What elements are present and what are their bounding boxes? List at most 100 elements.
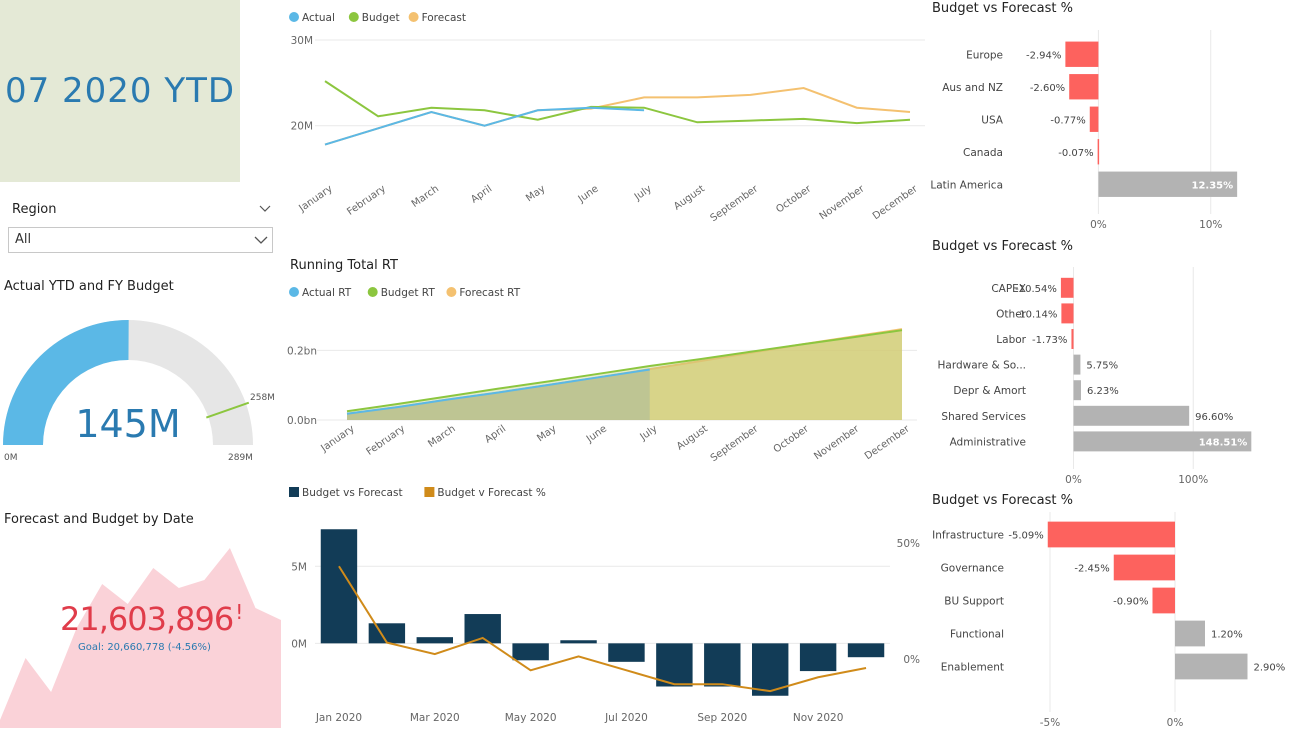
x-tick-label: Nov 2020 <box>793 712 844 724</box>
series-line-forecast <box>324 86 911 146</box>
x-tick-label: January <box>319 423 357 454</box>
legend-marker-forecast-rt <box>446 287 457 297</box>
x-tick-label: March <box>426 423 457 449</box>
y-right-tick-label: 0% <box>903 654 920 666</box>
bar <box>704 643 741 687</box>
category-label: Latin America <box>930 179 1003 191</box>
region-budget-forecast-bar-chart: 0% 10% Europe -2.94% Aus and NZ -2.60% USA -0.7… <box>930 30 1238 230</box>
y-tick-label: 0.0bn <box>287 415 317 427</box>
x-tick-label: February <box>345 183 388 217</box>
category-label: Hardware & So... <box>938 360 1026 372</box>
data-label: -2.94% <box>1026 50 1061 61</box>
kpi-goal: Goal: 20,660,778 (-4.56%) <box>78 642 211 653</box>
bar <box>1065 41 1099 67</box>
kpi-value: 21,603,896! <box>60 600 243 638</box>
category-label: USA <box>981 114 1004 126</box>
y-left-tick-label: 0M <box>291 638 307 650</box>
x-tick-label: January <box>297 183 335 214</box>
bar <box>416 637 453 644</box>
x-tick-label: Mar 2020 <box>410 712 460 724</box>
x-tick-label: September <box>709 423 761 464</box>
legend-label-forecast: Forecast <box>422 12 466 24</box>
gauge-chart: 145M 0M 289M 258M <box>3 320 275 463</box>
legend-label-forecast-rt: Forecast RT <box>459 287 520 299</box>
bar <box>1097 139 1100 165</box>
bar <box>1073 405 1190 426</box>
x-tick-label: May <box>524 183 547 204</box>
kpi-value-text: 21,603,896 <box>60 600 234 638</box>
x-tick-label: August <box>675 423 710 452</box>
x-tick-label: September <box>709 183 761 224</box>
legend-marker-actual-rt <box>289 287 299 297</box>
line-chart-legend: Actual Budget Forecast <box>289 12 466 24</box>
category-label: Shared Services <box>941 411 1026 423</box>
category-label: Administrative <box>950 436 1026 448</box>
data-label: -0.07% <box>1058 148 1093 159</box>
x-tick-label: 10% <box>1199 219 1222 230</box>
x-tick-label: March <box>410 183 441 209</box>
bar <box>1073 354 1081 375</box>
legend-marker-budget <box>348 12 359 22</box>
region-bars-title: Budget vs Forecast % <box>932 1 1073 16</box>
data-label: -5.09% <box>1008 531 1043 542</box>
x-tick-label: February <box>365 423 408 457</box>
data-label: -2.60% <box>1030 83 1065 94</box>
data-label: 5.75% <box>1086 361 1118 372</box>
x-tick-label: October <box>774 183 814 215</box>
bar <box>1152 587 1175 614</box>
data-label: -2.45% <box>1074 564 1109 575</box>
legend-marker-budget-vs-forecast <box>289 487 299 497</box>
x-tick-label: October <box>772 423 812 455</box>
bar <box>1073 380 1081 401</box>
bar <box>608 643 645 662</box>
bar <box>368 623 406 644</box>
data-label: -1.73% <box>1032 335 1067 346</box>
chevron-down-icon <box>254 236 268 244</box>
slicer-collapse-icon[interactable] <box>259 203 271 213</box>
category-label: BU Support <box>944 596 1004 608</box>
ytd-card-text: 07 2020 YTD <box>4 71 236 111</box>
y-tick-label: 20M <box>291 121 313 133</box>
x-tick-label: November <box>818 183 868 222</box>
y-left-tick-label: 5M <box>291 561 307 573</box>
x-tick-label: November <box>812 423 862 462</box>
category-label: Canada <box>963 147 1003 159</box>
function-budget-forecast-bar-chart: -5% 0% Infrastructure -5.09% Governance -2.45… <box>932 512 1285 729</box>
bar <box>1175 620 1205 647</box>
x-tick-label: April <box>469 183 494 205</box>
gauge-value-label: 145M <box>75 402 180 446</box>
bar <box>512 643 549 661</box>
legend-label-actual-rt: Actual RT <box>302 287 352 299</box>
category-label: Labor <box>996 334 1026 346</box>
y-right-tick-label: 50% <box>897 538 920 550</box>
legend-marker-budget-rt <box>367 287 378 297</box>
x-tick-label: -5% <box>1040 717 1060 729</box>
monthly-line-chart: Actual Budget Forecast 20M 30M January Febru… <box>289 12 925 224</box>
x-tick-label: June <box>576 183 601 205</box>
x-tick-label: May <box>535 423 558 444</box>
gauge-min-label: 0M <box>4 453 18 463</box>
bar <box>1175 653 1248 680</box>
category-label: Depr & Amort <box>953 385 1026 397</box>
bar <box>1071 329 1074 349</box>
bar <box>847 643 885 658</box>
gauge-max-label: 289M <box>228 453 253 463</box>
bar <box>1113 554 1175 581</box>
x-tick-label: July <box>632 183 654 203</box>
category-bars-title: Budget vs Forecast % <box>932 239 1073 254</box>
region-slicer-label: Region <box>12 202 57 217</box>
legend-marker-actual <box>289 12 299 22</box>
running-total-legend: Actual RT Budget RT Forecast RT <box>289 287 521 299</box>
legend-label-actual: Actual <box>302 12 335 24</box>
region-slicer-dropdown[interactable]: All <box>8 227 273 253</box>
bar <box>1047 521 1175 548</box>
category-label: Functional <box>950 629 1004 641</box>
bar <box>1069 74 1099 100</box>
budget-vs-forecast-combo-chart: Budget vs Forecast Budget v Forecast % 0M… <box>289 487 920 724</box>
x-tick-label: Jan 2020 <box>315 712 362 724</box>
data-label: 96.60% <box>1195 412 1233 423</box>
data-label: -10.14% <box>1016 309 1058 320</box>
category-label: Aus and NZ <box>942 82 1003 94</box>
x-tick-label: 0% <box>1167 717 1184 729</box>
legend-label-budget-rt: Budget RT <box>381 287 436 299</box>
